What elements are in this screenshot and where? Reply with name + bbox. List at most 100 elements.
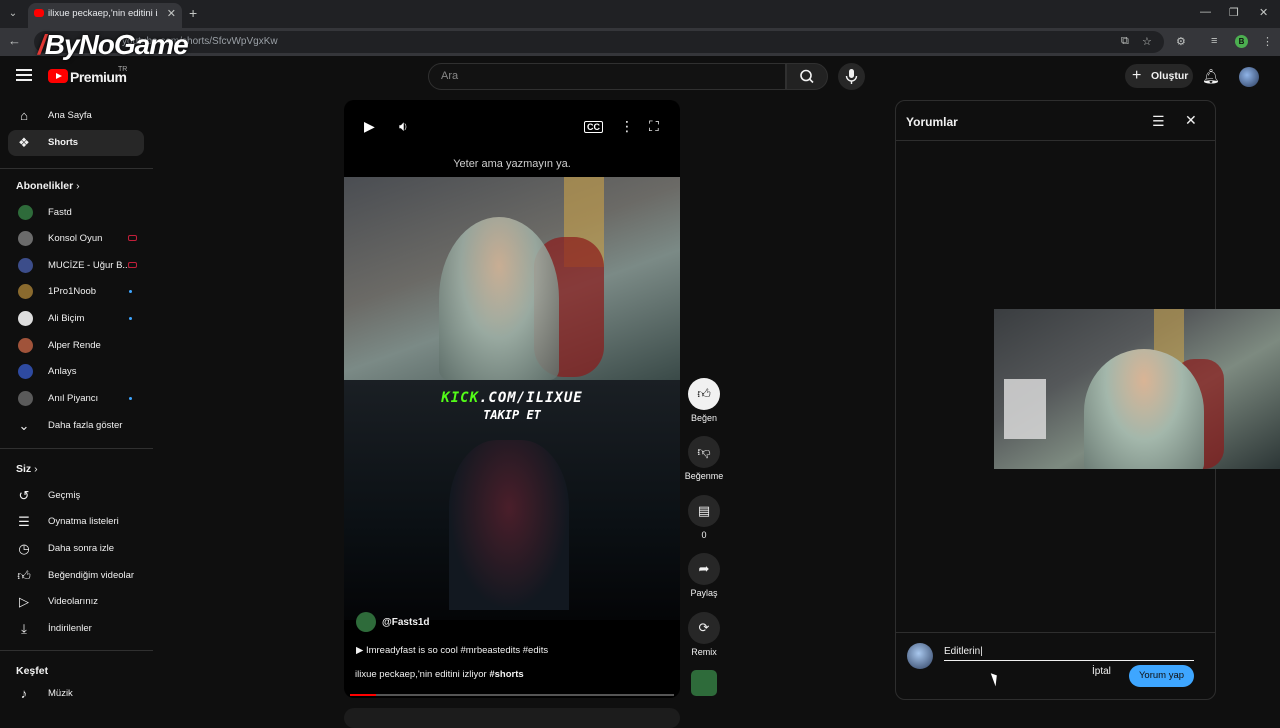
extensions-icon[interactable]: ⚙ [1176,35,1186,48]
next-short-preview[interactable] [344,708,680,728]
sidebar-item-playlists[interactable]: ☰ Oynatma listeleri [8,509,144,535]
channel-avatar [18,311,33,326]
show-more-button[interactable]: ⌄ Daha fazla göster [8,413,144,439]
sidebar-item-liked-videos[interactable]: 👍︎ Beğendiğim videolar [8,563,144,589]
sound-link[interactable]: ▶ Imreadyfast is so cool #mrbeastedits #… [356,645,548,656]
shorts-player[interactable]: ▶ 🔉︎ CC ⋮ ⛶ Yeter ama yazmayın ya. KICK.… [344,100,680,698]
kick-overlay-text: KICK.COM/ILIXUE [441,390,583,406]
sidebar-item-subscription[interactable]: Ali Biçim [8,306,144,332]
new-tab-button[interactable]: + [189,5,197,21]
video-progress-bar[interactable] [350,694,674,696]
channel-avatar [18,338,33,353]
address-bar[interactable]: youtube.com/shorts/SfcvWpVgxKw [34,31,1164,53]
sidebar-item-subscription[interactable]: Anlays [8,359,144,385]
sidebar-item-label: Alper Rende [48,340,101,351]
sidebar-item-label: Müzik [48,688,73,699]
remix-label: Remix [691,647,717,657]
remix-icon: ⟳ [698,620,710,635]
media-control-icon[interactable]: ≡ [1211,35,1217,47]
user-avatar [907,643,933,669]
sidebar-item-history[interactable]: ↺ Geçmiş [8,483,144,509]
like-label: Beğen [690,413,718,423]
sidebar-item-home[interactable]: ⌂ Ana Sayfa [8,103,144,129]
sidebar-item-label: İndirilenler [48,623,92,634]
thumb-up-icon: 👍︎ [697,386,711,401]
sidebar-item-label: Konsol Oyun [48,233,103,244]
sidebar-item-subscription[interactable]: Anıl Piyancı [8,386,144,412]
play-icon[interactable]: ▶ [364,118,375,135]
sidebar-item-label: Anlays [48,366,77,377]
sidebar-item-shorts[interactable]: ❖ Shorts [8,130,144,156]
close-icon[interactable]: ✕ [1185,112,1197,129]
back-arrow-icon[interactable]: ← [8,33,21,48]
tab-title: ilixue peckaep,'nin editini izliyor [48,8,158,19]
search-button[interactable] [786,63,828,90]
browser-tab[interactable]: ilixue peckaep,'nin editini izliyor ✕ [28,3,182,28]
comments-button[interactable]: ▤ [688,495,720,527]
notifications-bell-icon[interactable]: 🔔︎ [1202,68,1220,85]
channel-avatar [18,258,33,273]
closed-captions-icon[interactable]: CC [584,121,603,133]
youtube-favicon-icon [34,9,44,17]
plus-icon: + [1132,67,1142,84]
channel-name[interactable]: @Fasts1d [382,617,430,628]
create-button[interactable]: + Oluştur [1125,64,1193,88]
sidebar-item-subscription[interactable]: Alper Rende [8,333,144,359]
close-window-icon[interactable]: ✕ [1259,6,1268,19]
browser-tab-bar: ⌄ ilixue peckaep,'nin editini izliyor ✕ … [0,0,1280,28]
microphone-icon [845,69,858,84]
sidebar-item-subscription[interactable]: MUCİZE - Uğur B... [8,253,144,279]
video-frame-movie-scene: KICK.COM/ILIXUE TAKIP ET [344,380,680,620]
sound-thumbnail[interactable] [691,670,717,696]
voice-search-button[interactable] [838,63,865,90]
bookmark-star-icon[interactable]: ☆ [1142,35,1152,48]
share-label: Paylaş [690,588,718,598]
search-input[interactable]: Ara [428,63,786,90]
sidebar-item-subscription[interactable]: 1Pro1Noob [8,279,144,305]
volume-icon[interactable]: 🔉︎ [399,118,408,135]
browser-menu-icon[interactable]: ⋮ [1262,35,1273,48]
dislike-button[interactable]: 👎︎ [688,436,720,468]
hamburger-menu-icon[interactable] [16,69,32,81]
restore-icon[interactable]: ❐ [1229,6,1239,19]
sidebar-item-watch-later[interactable]: ◷ Daha sonra izle [8,536,144,562]
fullscreen-icon[interactable]: ⛶ [649,118,659,135]
follow-overlay-text: TAKIP ET [483,408,541,422]
you-heading[interactable]: Siz › [16,463,38,475]
video-caption: Yeter ama yazmayın ya. [453,158,571,170]
comment-input[interactable]: Editlerin| [944,643,1194,661]
sort-icon[interactable]: ☰ [1152,113,1165,130]
sidebar-item-downloads[interactable]: ⤓ İndirilenler [8,616,144,642]
comment-icon: ▤ [697,503,711,518]
share-button[interactable]: ➦ [688,553,720,585]
channel-avatar [18,231,33,246]
sidebar-item-label: Ana Sayfa [48,110,92,121]
search-icon [800,69,814,84]
more-options-icon[interactable]: ⋮ [620,118,634,135]
streamer-webcam-overlay [994,309,1280,469]
progress-fill [350,694,376,696]
explore-heading: Keşfet [16,665,49,677]
sidebar-item-subscription[interactable]: Konsol Oyun [8,226,144,252]
sidebar-item-music[interactable]: ♪ Müzik [8,681,144,707]
account-avatar[interactable] [1239,67,1259,87]
browser-profile-avatar[interactable]: B [1235,35,1248,48]
sidebar-divider [0,448,153,449]
sidebar-item-your-videos[interactable]: ▷ Videolarınız [8,589,144,615]
sidebar-item-subscription[interactable]: Fastd [8,200,144,226]
subscriptions-heading[interactable]: Abonelikler › [16,180,80,192]
channel-avatar[interactable] [356,612,376,632]
tab-close-icon[interactable]: ✕ [167,7,176,20]
remix-button[interactable]: ⟳ [688,612,720,644]
like-button[interactable]: 👍︎ [688,378,720,410]
thumb-down-icon: 👎︎ [697,444,711,459]
install-app-icon[interactable]: ⧉ [1121,35,1129,48]
minimize-icon[interactable]: — [1200,6,1211,18]
browser-toolbar: ← youtube.com/shorts/SfcvWpVgxKw ⧉ ☆ ⚙ ≡… [0,28,1280,56]
chevron-down-icon: ⌄ [18,418,30,433]
youtube-logo-icon[interactable] [48,69,68,83]
cancel-button[interactable]: İptal [1092,666,1111,677]
submit-comment-button[interactable]: Yorum yap [1129,665,1194,687]
tab-search-button[interactable]: ⌄ [4,5,22,23]
sidebar-item-label: MUCİZE - Uğur B... [48,260,131,271]
